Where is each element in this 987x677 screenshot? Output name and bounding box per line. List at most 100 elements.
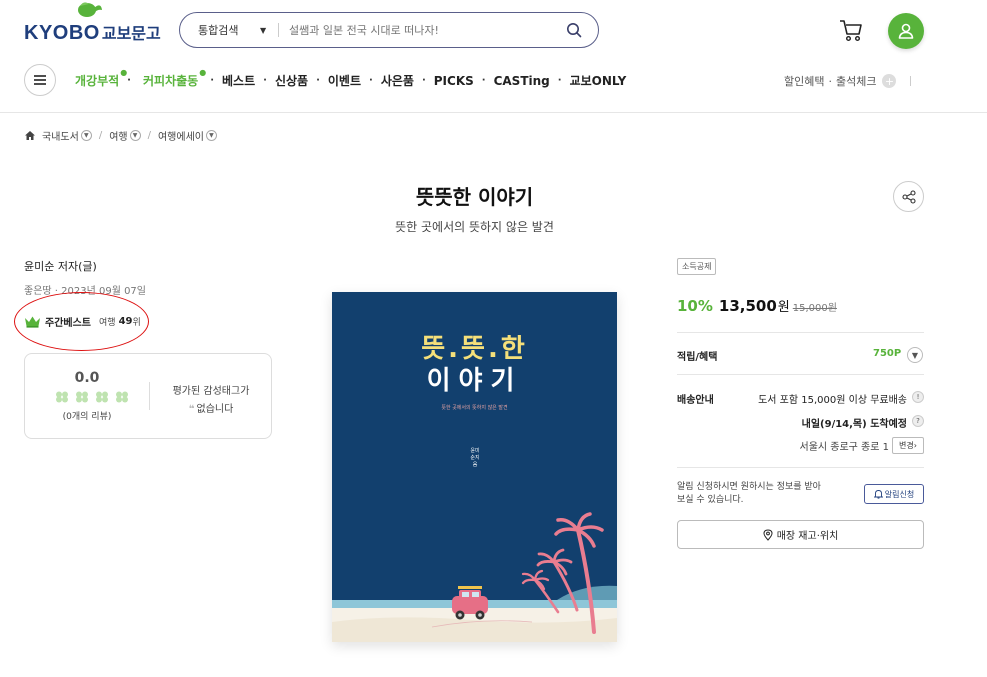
chevron-down-icon[interactable]: ▼ xyxy=(205,130,217,141)
alert-description: 알림 신청하시면 원하시는 정보를 받아 보실 수 있습니다. xyxy=(677,482,821,505)
breadcrumb: 국내도서 ▼ / 여행 ▼ / 여행에세이 ▼ xyxy=(24,128,217,143)
location-pin-icon xyxy=(763,528,773,541)
nav-item-picks[interactable]: PICKS xyxy=(434,74,474,88)
nav-divider xyxy=(910,76,912,86)
nav-item-gift[interactable]: 사은품 xyxy=(381,72,414,89)
search-icon[interactable] xyxy=(566,22,582,38)
points-value: 750P xyxy=(873,348,902,359)
price-unit: 원 xyxy=(777,300,790,315)
nav-separator: · xyxy=(828,74,832,88)
logo-text: KYOBO 교보문고 xyxy=(24,20,161,45)
nav-separator: · xyxy=(421,75,426,86)
logo-en: KYOBO xyxy=(24,22,100,44)
nav-item-event[interactable]: 이벤트 xyxy=(328,72,361,89)
store-stock-button[interactable]: 매장 재고·위치 xyxy=(677,520,924,549)
alert-subscribe-button[interactable]: 알림신청 xyxy=(864,484,924,504)
logo-kr: 교보문고 xyxy=(101,24,161,43)
crumb-travel[interactable]: 여행 xyxy=(109,128,127,143)
crumb-separator: / xyxy=(98,130,103,141)
nav-item-casting[interactable]: CASTing xyxy=(494,74,550,88)
link-discount[interactable]: 할인혜택 xyxy=(784,73,824,89)
new-dot-icon: ● xyxy=(120,68,128,77)
change-label: 변경 xyxy=(899,441,914,450)
bell-icon xyxy=(873,490,883,499)
review-count: (0개의 리뷰) xyxy=(62,412,112,422)
emotion-tag-empty: ❝ 없습니다 xyxy=(149,400,273,415)
change-address-button[interactable]: 변경 › xyxy=(892,437,924,454)
annotation-circle xyxy=(14,292,149,351)
review-score: 0.0 xyxy=(74,370,100,386)
book-subtitle: 뜻한 곳에서의 뜻하지 않은 발견 xyxy=(395,220,554,234)
share-icon xyxy=(901,189,916,204)
shipping-address: 서울시 종로구 종로 1 xyxy=(799,442,890,453)
nav-separator: · xyxy=(127,75,131,86)
divider-line xyxy=(677,374,924,375)
nav-item-new[interactable]: 신상품 xyxy=(275,72,308,89)
kyobo-logo[interactable]: KYOBO 교보문고 xyxy=(24,2,161,45)
chevron-down-icon[interactable]: ▼ xyxy=(260,26,274,35)
chevron-right-icon: › xyxy=(913,441,917,450)
nav-label: 커피차출동 xyxy=(142,74,199,88)
search-scope-select[interactable]: 통합검색 xyxy=(198,22,258,38)
cart-icon[interactable] xyxy=(838,18,864,42)
nav-item-gaegang[interactable]: 개강부적 ● xyxy=(75,68,127,89)
tax-deduction-badge: 소득공제 xyxy=(677,258,717,275)
hamburger-icon xyxy=(34,75,46,85)
nav-label: 개강부적 xyxy=(75,74,120,88)
cover-title-line2: 이야기 xyxy=(426,366,523,396)
sale-price: 13,500 xyxy=(718,297,777,315)
nav-item-coffee[interactable]: 커피차출동 ● xyxy=(142,68,206,89)
menu-button[interactable] xyxy=(24,64,56,96)
nav-divider-line xyxy=(0,112,987,113)
crumb-essay[interactable]: 여행에세이 xyxy=(158,128,204,143)
points-label: 적립/혜택 xyxy=(677,352,718,363)
review-summary[interactable]: 0.0 (0개의 리뷰) 평가된 감성태그가 ❝ 없습니다 xyxy=(24,353,272,439)
cover-author: 윤미순지음 xyxy=(470,448,480,468)
price-row: 10% 13,500 원 15,000원 xyxy=(677,296,837,315)
crumb-separator: / xyxy=(147,130,151,141)
nav-item-best[interactable]: 베스트 xyxy=(222,72,255,89)
divider-line xyxy=(677,332,924,333)
delivery-eta: 내일(9/14,목) 도착예정 xyxy=(801,419,907,430)
rating-clovers xyxy=(55,391,129,403)
chevron-down-icon[interactable]: ▼ xyxy=(129,130,141,141)
chevron-down-icon[interactable]: ▼ xyxy=(80,130,92,141)
new-dot-icon: ● xyxy=(199,68,207,77)
search-input[interactable] xyxy=(289,23,557,37)
link-attendance[interactable]: 출석체크 xyxy=(836,73,876,89)
help-icon[interactable]: ? xyxy=(912,415,924,427)
book-cover[interactable]: 뜻.뜻.한 이야기 뜻한 곳에서의 뜻하지 않은 발견 윤미순지음 xyxy=(332,292,617,642)
divider-line xyxy=(677,467,924,468)
emotion-tag-title: 평가된 감성태그가 xyxy=(172,386,250,397)
nav-separator: · xyxy=(210,75,214,86)
plus-icon[interactable]: + xyxy=(882,74,897,88)
bird-logo-icon xyxy=(78,2,102,17)
emotion-tag-empty-text: 없습니다 xyxy=(196,404,234,415)
nav-separator: · xyxy=(481,75,486,86)
search-divider xyxy=(278,23,279,37)
original-price: 15,000원 xyxy=(792,303,837,314)
discount-rate: 10% xyxy=(677,297,713,315)
free-shipping-text: 도서 포함 15,000원 이상 무료배송 xyxy=(758,395,907,406)
nav-right-links: 할인혜택 · 출석체크 + xyxy=(784,73,912,89)
clover-icon xyxy=(76,391,88,403)
nav-separator: · xyxy=(557,75,562,86)
chevron-down-icon[interactable]: ▼ xyxy=(907,347,923,363)
quote-icon: ❝ xyxy=(188,404,195,415)
nav-separator: · xyxy=(263,75,267,86)
store-button-label: 매장 재고·위치 xyxy=(776,531,839,542)
share-button[interactable] xyxy=(893,181,924,212)
nav-separator: · xyxy=(369,75,373,86)
author-link[interactable]: 윤미순 저자(글) xyxy=(24,258,97,274)
search-bar[interactable]: 통합검색 ▼ xyxy=(179,12,599,48)
clover-icon xyxy=(56,391,68,403)
home-icon[interactable] xyxy=(24,130,36,141)
crumb-domestic[interactable]: 국내도서 xyxy=(42,128,79,143)
alert-button-label: 알림신청 xyxy=(884,489,915,499)
user-button[interactable] xyxy=(888,13,924,49)
nav-item-only[interactable]: 교보ONLY xyxy=(570,72,627,89)
main-nav: 개강부적 ● · 커피차출동 ● · 베스트 · 신상품 · 이벤트 · 사은품 ·… xyxy=(75,68,627,89)
clover-icon xyxy=(116,391,128,403)
nav-separator: · xyxy=(316,75,320,86)
info-icon[interactable]: ! xyxy=(912,391,924,403)
